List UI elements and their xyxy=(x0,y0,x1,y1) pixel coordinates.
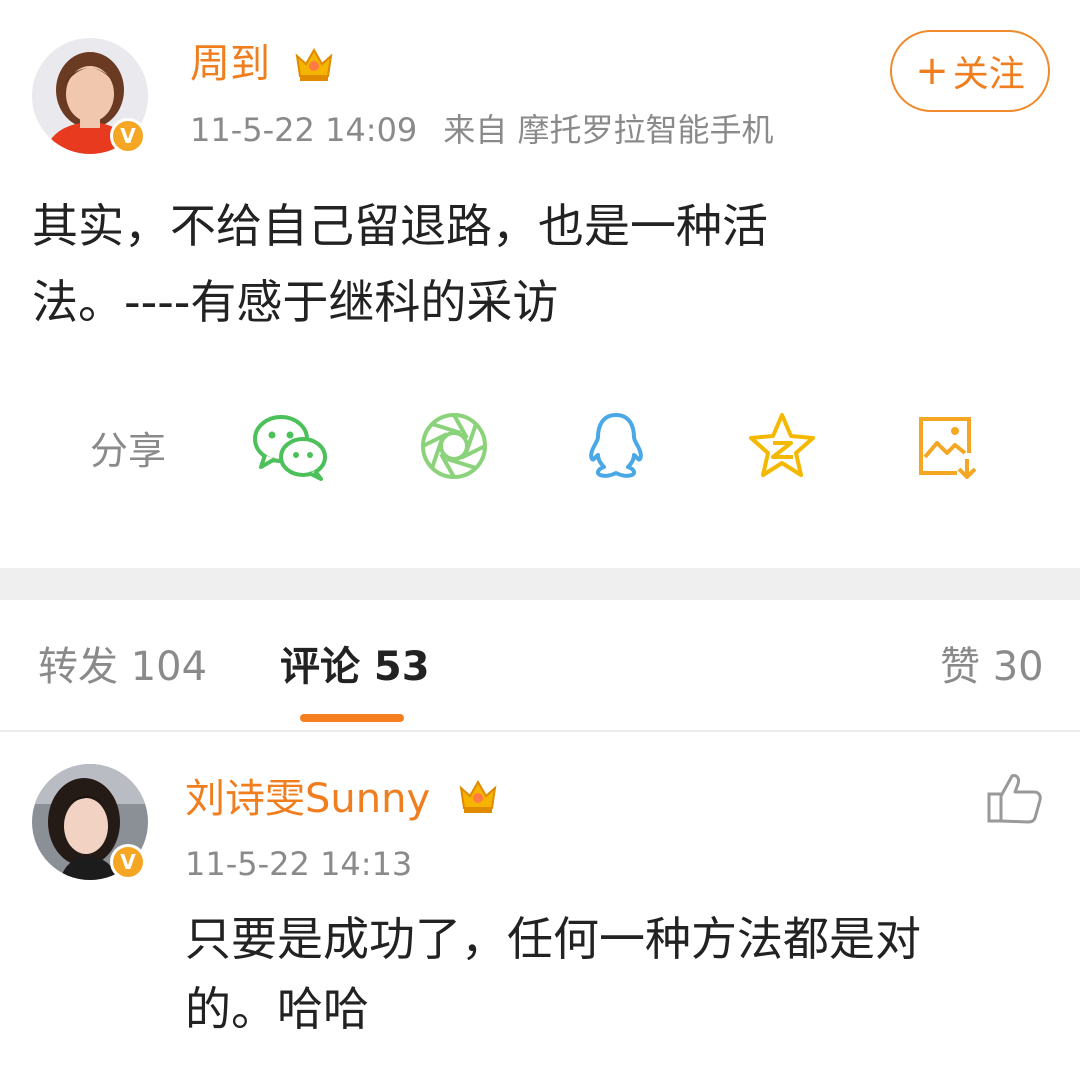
section-separator xyxy=(0,568,1080,600)
follow-button[interactable]: + 关注 xyxy=(890,30,1050,112)
active-tab-indicator xyxy=(300,714,404,722)
post-text: 其实，不给自己留退路，也是一种活 法。----有感于继科的采访 xyxy=(32,188,912,340)
tab-repost[interactable]: 转发 104 xyxy=(38,642,207,692)
qzone-icon[interactable] xyxy=(742,406,822,486)
qq-icon[interactable] xyxy=(576,406,656,486)
weibo-post: V 周到 11-5-22 14:09 来自 摩托罗拉智能手机 + 关注 其实，不给… xyxy=(0,0,1080,568)
author-avatar[interactable]: V xyxy=(32,38,148,154)
wechat-icon[interactable] xyxy=(250,406,330,486)
comment-text-line: 只要是成功了，任何一种方法都是对 xyxy=(185,912,921,966)
post-text-line: 法。----有感于继科的采访 xyxy=(32,275,559,329)
post-meta: 11-5-22 14:09 来自 摩托罗拉智能手机 xyxy=(190,108,773,152)
vip-crown-icon xyxy=(292,42,336,86)
stats-tabs: 转发 104 评论 53 赞 30 xyxy=(0,600,1080,732)
commenter-name[interactable]: 刘诗雯Sunny xyxy=(185,774,430,824)
plus-icon: + xyxy=(915,48,949,94)
comment-time: 11-5-22 14:13 xyxy=(185,845,413,883)
follow-label: 关注 xyxy=(952,54,1025,95)
vip-crown-icon xyxy=(456,774,500,818)
post-text-line: 其实，不给自己留退路，也是一种活 xyxy=(32,199,768,253)
post-source: 来自 摩托罗拉智能手机 xyxy=(443,111,774,149)
post-time: 11-5-22 14:09 xyxy=(190,111,418,149)
tab-comments[interactable]: 评论 53 xyxy=(280,642,430,692)
comment-text-line: 的。哈哈 xyxy=(185,982,369,1036)
comment-text: 只要是成功了，任何一种方法都是对 的。哈哈 xyxy=(185,904,1045,1044)
share-bar: 分享 xyxy=(0,400,1080,490)
save-image-icon[interactable] xyxy=(906,406,986,486)
moments-icon[interactable] xyxy=(414,406,494,486)
tab-likes[interactable]: 赞 30 xyxy=(940,642,1044,692)
commenter-avatar[interactable]: V xyxy=(32,764,148,880)
author-name[interactable]: 周到 xyxy=(190,38,270,90)
share-label: 分享 xyxy=(90,429,167,473)
verified-badge: V xyxy=(110,118,146,154)
thumbs-up-icon[interactable] xyxy=(986,772,1042,824)
verified-badge: V xyxy=(110,844,146,880)
